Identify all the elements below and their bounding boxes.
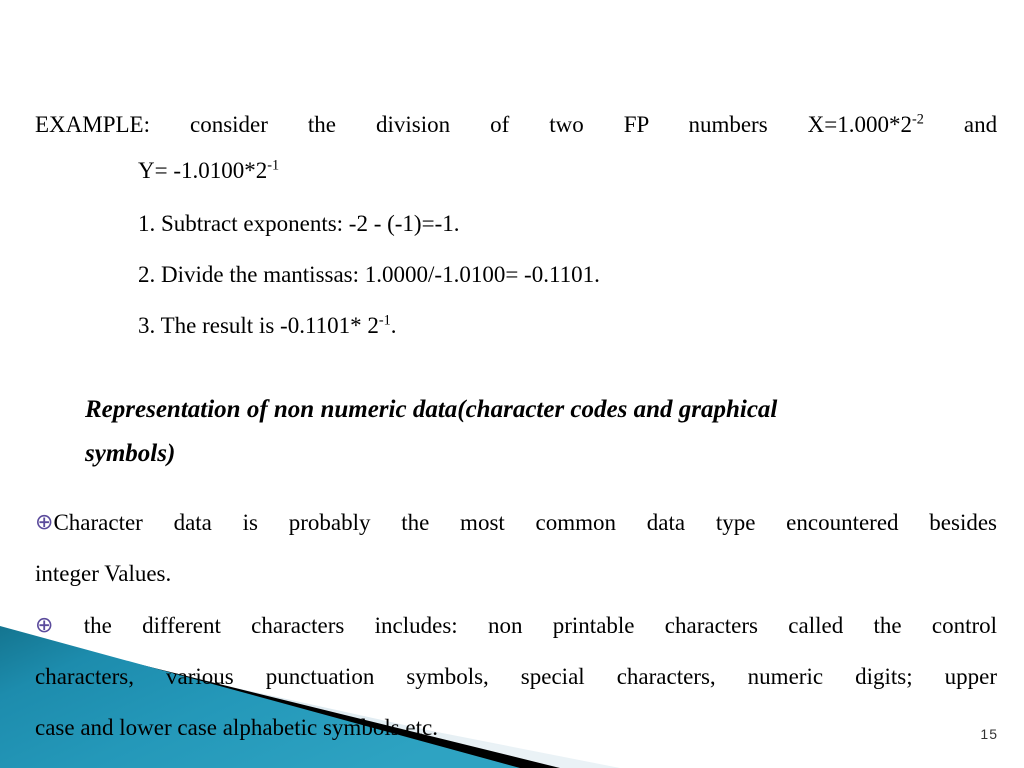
slide-content: EXAMPLE: consider the division of two FP… — [0, 0, 1024, 768]
circled-plus-bullet-icon: ⊕ — [35, 510, 54, 535]
paragraph-character-data-line-1: ⊕Character data is probably the most com… — [35, 497, 997, 548]
example-word-8: and — [963, 112, 998, 137]
section-heading: Representation of non numeric data(chara… — [85, 388, 985, 476]
example-y-line: Y= -1.0100*2-1 — [138, 157, 279, 185]
paragraph-different-characters-line-2: characters, various punctuation symbols,… — [35, 664, 997, 690]
step-3-prefix: 3. The result is -0.1101* 2 — [138, 313, 379, 338]
paragraph-different-characters-line-1: ⊕ the different characters includes: non… — [35, 600, 997, 651]
paragraph-different-characters-text-1: the different characters includes: non p… — [83, 613, 998, 638]
step-3-line: 3. The result is -0.1101* 2-1. — [138, 312, 396, 340]
example-word-3: of — [490, 112, 510, 137]
paragraph-character-data-line-2: integer Values. — [35, 561, 172, 587]
example-word-6: numbers — [688, 112, 768, 137]
example-x-value: X=1.000*2-2 — [808, 112, 924, 137]
example-word-2: division — [375, 112, 451, 137]
example-word-4: two — [549, 112, 584, 137]
circled-plus-bullet-icon: ⊕ — [35, 613, 54, 638]
section-heading-line-1: Representation of non numeric data(chara… — [85, 396, 778, 423]
paragraph-different-characters-line-3: case and lower case alphabetic symbols e… — [35, 715, 438, 741]
step-3-suffix: . — [390, 313, 397, 338]
example-word-5: FP — [623, 112, 649, 137]
example-word-0: consider — [189, 112, 268, 137]
paragraph-character-data: ⊕Character data is probably the most com… — [35, 497, 997, 599]
paragraph-character-data-text-1: Character data is probably the most comm… — [53, 510, 997, 535]
section-heading-line-2: symbols) — [85, 439, 176, 467]
example-label: EXAMPLE: — [35, 112, 150, 137]
step-2-line: 2. Divide the mantissas: 1.0000/-1.0100=… — [138, 262, 600, 287]
paragraph-different-characters: ⊕ the different characters includes: non… — [35, 600, 997, 753]
example-line: EXAMPLE: consider the division of two FP… — [35, 110, 997, 141]
page-number: 15 — [980, 726, 998, 742]
example-x-exponent: -2 — [912, 111, 924, 128]
example-y-base: Y= -1.0100*2 — [138, 158, 268, 183]
presentation-slide: EXAMPLE: consider the division of two FP… — [0, 0, 1024, 768]
step-3-exponent: -1 — [378, 312, 391, 329]
step-1-line: 1. Subtract exponents: -2 - (-1)=-1. — [138, 211, 460, 236]
example-word-1: the — [307, 112, 336, 137]
example-x-base: X=1.000*2 — [807, 112, 912, 137]
example-y-exponent: -1 — [267, 157, 280, 174]
